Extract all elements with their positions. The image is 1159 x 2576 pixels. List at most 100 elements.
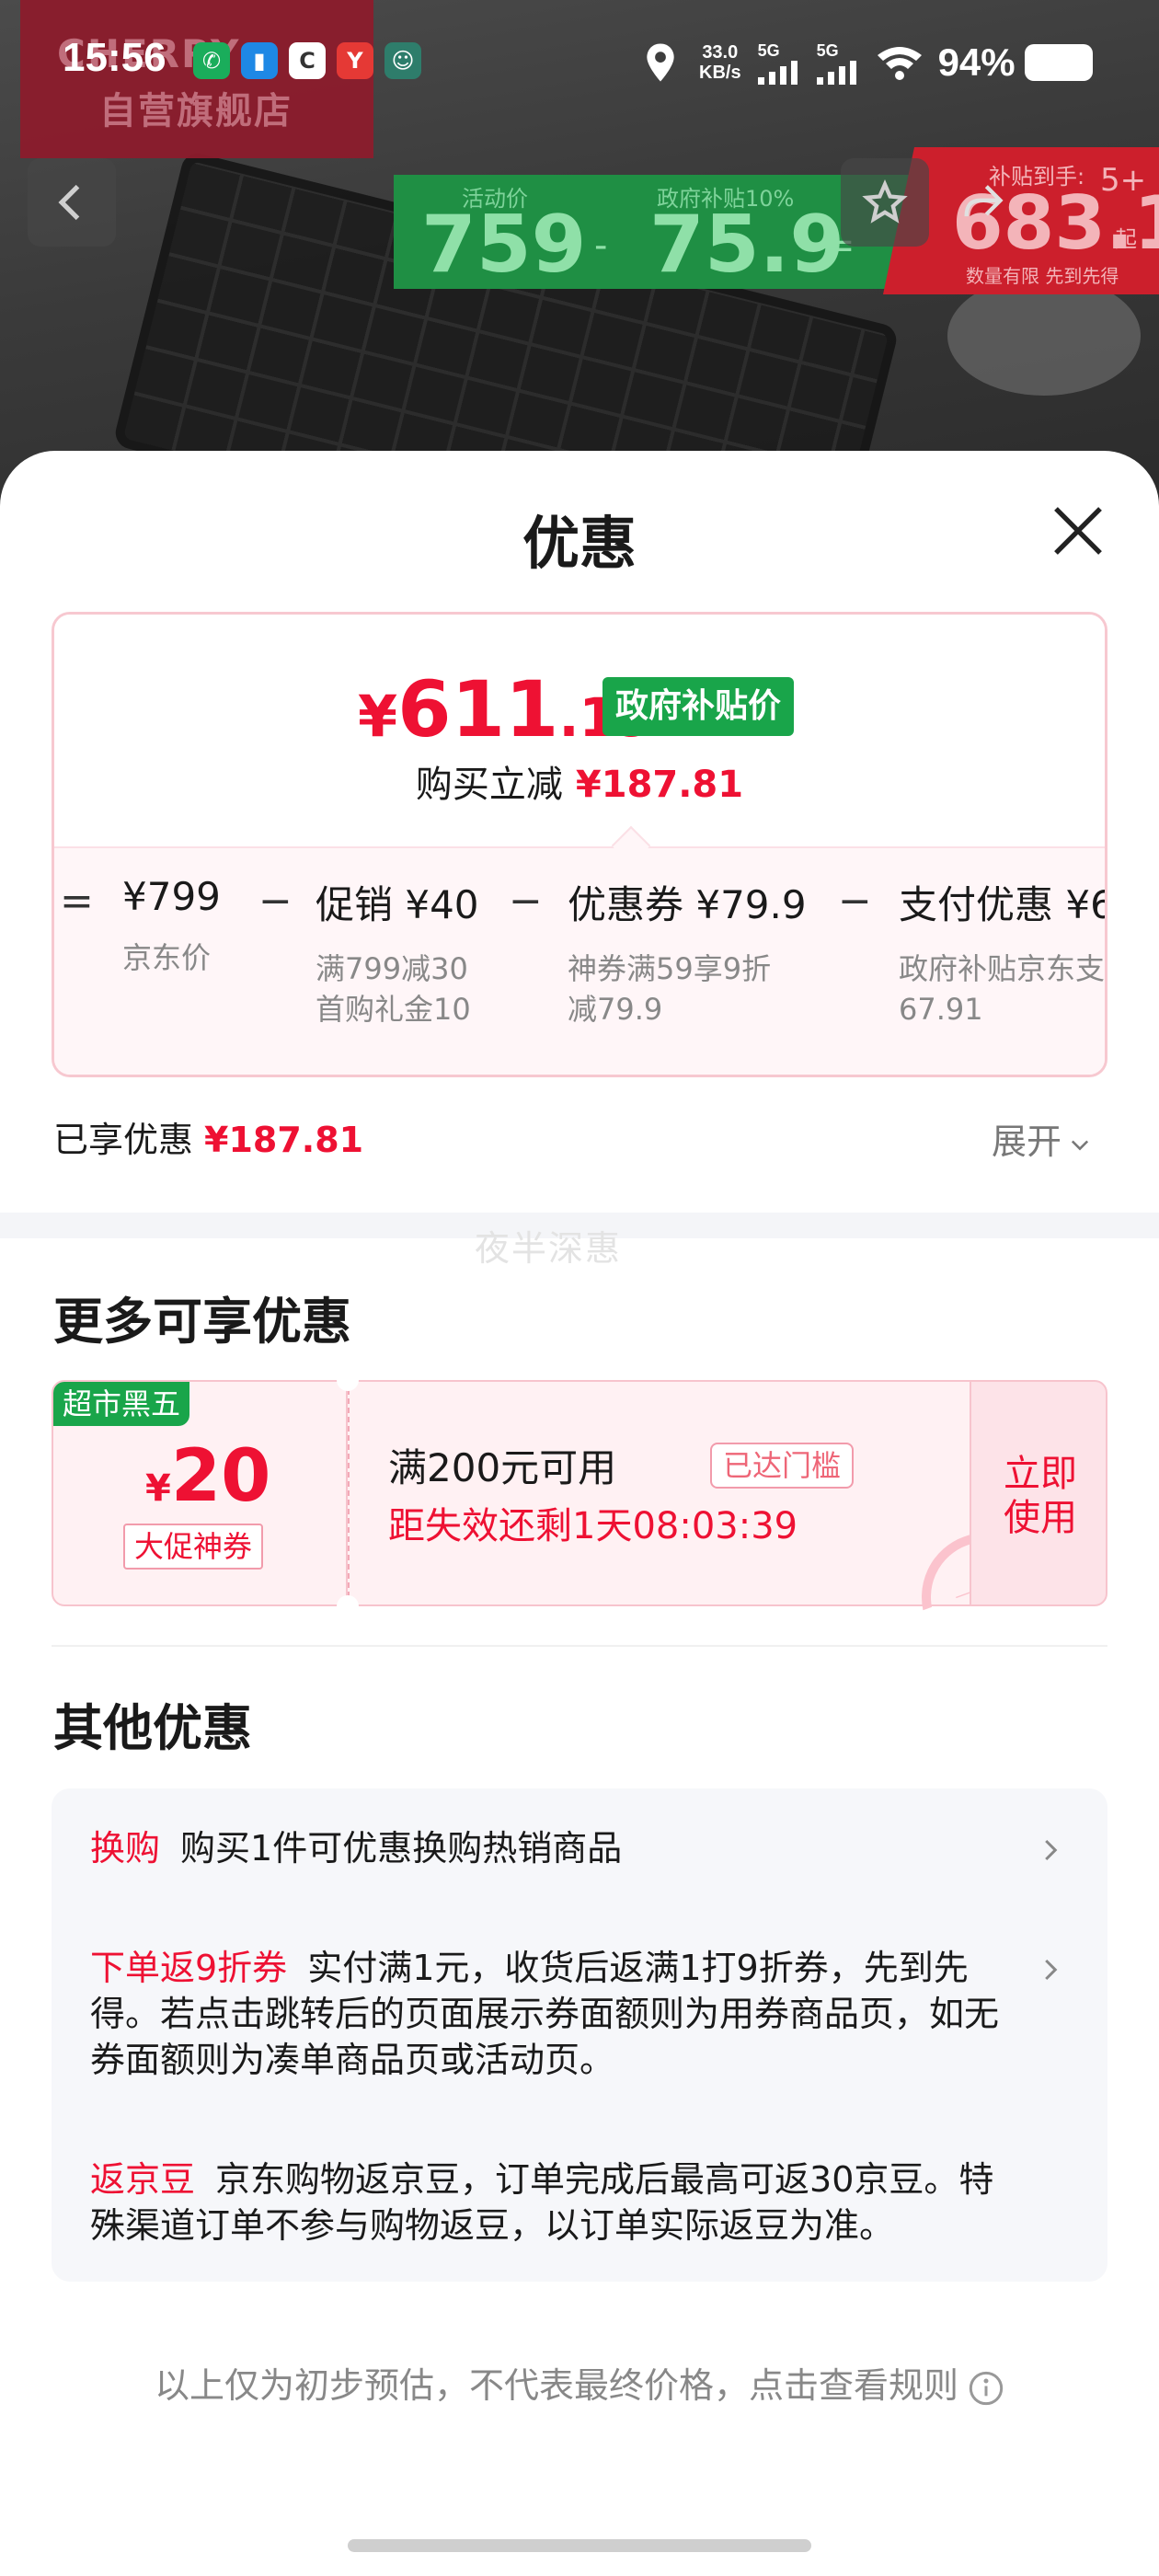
gov-subsidy-badge: 政府补贴价 xyxy=(602,677,795,736)
more-offers-title: 更多可享优惠 xyxy=(53,1293,351,1351)
signal-1: 5G xyxy=(757,40,800,85)
coupon-tag: 超市黑五 xyxy=(53,1382,190,1426)
subsidy-amount: 75.9 xyxy=(649,199,845,291)
breakdown-item-list-price: ¥799 京东价 xyxy=(122,874,221,978)
breakdown-amount: 促销 ¥40 xyxy=(316,882,479,927)
breakdown-note: 神券满59享9折 xyxy=(568,951,772,986)
coupon-perforation-top xyxy=(337,1369,359,1391)
final-price-currency: ¥ xyxy=(358,683,398,750)
share-icon xyxy=(964,185,1004,217)
signal-bars-icon xyxy=(816,60,856,85)
other-offers-panel: 换购 购买1件可优惠换购热销商品 下单返9折券 实付满1元，收货后返满1打9折券，先… xyxy=(52,1788,1107,2282)
breakdown-amount: 支付优惠 ¥67.91 xyxy=(899,882,1105,927)
breakdown-operator: − xyxy=(258,878,293,925)
subsidy-final-note: 数量有限 先到先得 xyxy=(966,265,1119,287)
coupon-condition: 满200元可用 xyxy=(388,1445,617,1490)
reduction-label: 购买立减 xyxy=(415,764,563,806)
location-icon xyxy=(647,43,674,82)
coupon-countdown: 距失效还剩1天08:03:39 xyxy=(388,1505,798,1547)
purchase-reduction: 购买立减 ¥187.81 xyxy=(54,754,1105,808)
browser-icon: C xyxy=(289,42,326,79)
phone-app-icon: ▮ xyxy=(241,42,278,79)
back-button[interactable] xyxy=(28,158,116,247)
rules-note-text: 以上仅为初步预估，不代表最终价格，点击查看规则 xyxy=(154,2365,958,2406)
rules-link[interactable]: 以上仅为初步预估，不代表最终价格，点击查看规则 xyxy=(0,2357,1159,2408)
offer-title: 换购 xyxy=(90,1828,161,1869)
chevron-right-icon[interactable] xyxy=(1036,1836,1063,1864)
reduction-value: ¥187.81 xyxy=(575,764,744,806)
mail-app-icon: Y xyxy=(337,42,373,79)
promo-price-banner: 活动价 759 - 政府补贴10% 75.9 = xyxy=(394,175,911,291)
signal-1-label: 5G xyxy=(757,40,780,60)
breakdown-note: 减79.9 xyxy=(568,992,663,1027)
enjoyed-discount: 已享优惠 ¥187.81 xyxy=(53,1111,363,1162)
offer-return-coupon[interactable]: 下单返9折券 实付满1元，收货后返满1打9折券，先到先得。若点击跳转后的页面展示券… xyxy=(90,1945,1025,2083)
offer-title: 返京豆 xyxy=(90,2159,196,2200)
use-now-button[interactable]: 立即 使用 xyxy=(970,1380,1107,1606)
coupon-perforation-bottom xyxy=(337,1595,359,1617)
watermark: 夜半深惠 xyxy=(475,1228,623,1269)
breakdown-operator: = xyxy=(60,878,94,925)
use-now-line-2: 使用 xyxy=(1004,1497,1077,1539)
use-now-label: 立即 使用 xyxy=(971,1452,1109,1540)
status-bar: 15:56 ✆ ▮ C Y ☺ 33.0 KB/s 5G 5G 94% xyxy=(0,0,1159,125)
network-speed: 33.0 KB/s xyxy=(699,42,741,83)
offer-trade-in[interactable]: 换购 购买1件可优惠换购热销商品 xyxy=(90,1825,1025,1871)
close-icon[interactable] xyxy=(1049,501,1107,560)
price-top: ¥611.19 政府补贴价 购买立减¥187.81 xyxy=(54,615,1105,846)
avatar-app-icon: ☺ xyxy=(384,42,421,79)
use-now-line-1: 立即 xyxy=(1004,1453,1077,1495)
signal-2: 5G xyxy=(816,41,859,85)
breakdown-amount: ¥799 xyxy=(122,874,221,919)
signal-bars-icon xyxy=(757,60,798,85)
coupon-value: 20 xyxy=(170,1435,271,1518)
offer-title: 下单返9折券 xyxy=(90,1948,288,1988)
status-icons: 33.0 KB/s 5G 5G 94% xyxy=(644,33,1093,92)
subsidy-final-suffix: 起 xyxy=(1115,226,1137,252)
offer-description: 购买1件可优惠换购热销商品 xyxy=(180,1828,623,1869)
price-summary-card: ¥611.19 政府补贴价 购买立减¥187.81 = ¥799 京东价 − 促… xyxy=(52,612,1107,1077)
offer-jd-beans: 返京豆 京东购物返京豆，订单完成后最高可返30京豆。特殊渠道订单不参与购物返豆，以… xyxy=(90,2156,1025,2248)
star-icon xyxy=(862,179,908,224)
network-speed-unit: KB/s xyxy=(699,63,741,83)
wechat-pay-icon: ✆ xyxy=(193,42,230,79)
activity-price: 759 xyxy=(421,199,587,291)
share-button[interactable] xyxy=(938,158,1027,247)
coupon-card[interactable]: 超市黑五 ¥20 大促神券 满200元可用 已达门槛 距失效还剩1天08:03:… xyxy=(52,1369,1107,1606)
wifi-icon xyxy=(877,47,922,80)
final-price-integer: 611 xyxy=(397,664,559,754)
coupon-value-panel: 超市黑五 ¥20 大促神券 xyxy=(52,1380,348,1606)
chevron-left-icon xyxy=(58,184,80,221)
chevron-right-icon[interactable] xyxy=(1036,1956,1063,1984)
breakdown-operator: − xyxy=(838,878,872,925)
breakdown-note: 京东价 xyxy=(122,940,212,975)
divider-line xyxy=(52,1645,1107,1647)
coupon-amount: ¥20 xyxy=(145,1435,270,1518)
favorite-button[interactable] xyxy=(841,158,929,247)
offer-description: 京东购物返京豆，订单完成后最高可返30京豆。特殊渠道订单不参与购物返豆，以订单实… xyxy=(90,2159,994,2246)
breakdown-amount: 优惠券 ¥79.9 xyxy=(568,882,807,927)
breakdown-note: 首购礼金10 xyxy=(316,992,471,1027)
coupon-threshold-badge: 已达门槛 xyxy=(710,1443,855,1489)
coupon-detail-panel: 满200元可用 已达门槛 距失效还剩1天08:03:39 xyxy=(348,1380,971,1606)
coupon-type-badge: 大促神券 xyxy=(123,1524,264,1570)
expand-button[interactable]: 展开 xyxy=(992,1113,1093,1164)
breakdown-item-payment: 支付优惠 ¥67.91 政府补贴京东支付 67.91 xyxy=(899,874,1106,1029)
breakdown-note: 67.91 xyxy=(899,992,983,1027)
breakdown-note: 政府补贴京东支付 xyxy=(899,951,1106,986)
battery-icon xyxy=(1024,44,1093,81)
home-indicator[interactable] xyxy=(348,2539,811,2552)
breakdown-item-promotion: 促销 ¥40 满799减30 首购礼金10 xyxy=(316,874,479,1029)
breakdown-item-coupon: 优惠券 ¥79.9 神券满59享9折 减79.9 xyxy=(568,874,807,1029)
enjoyed-value: ¥187.81 xyxy=(204,1120,364,1160)
battery-percentage: 94% xyxy=(937,40,1016,84)
sheet-title: 优惠 xyxy=(522,510,637,577)
enjoyed-label: 已享优惠 xyxy=(53,1120,194,1160)
expand-label: 展开 xyxy=(992,1121,1062,1162)
notification-icons: ✆ ▮ C Y ☺ xyxy=(193,42,421,79)
chevron-down-icon xyxy=(1071,1140,1089,1150)
info-icon xyxy=(969,2371,1004,2405)
breakdown-note: 满799减30 xyxy=(316,951,468,986)
clock: 15:56 xyxy=(63,35,166,80)
coupon-currency: ¥ xyxy=(145,1467,171,1510)
